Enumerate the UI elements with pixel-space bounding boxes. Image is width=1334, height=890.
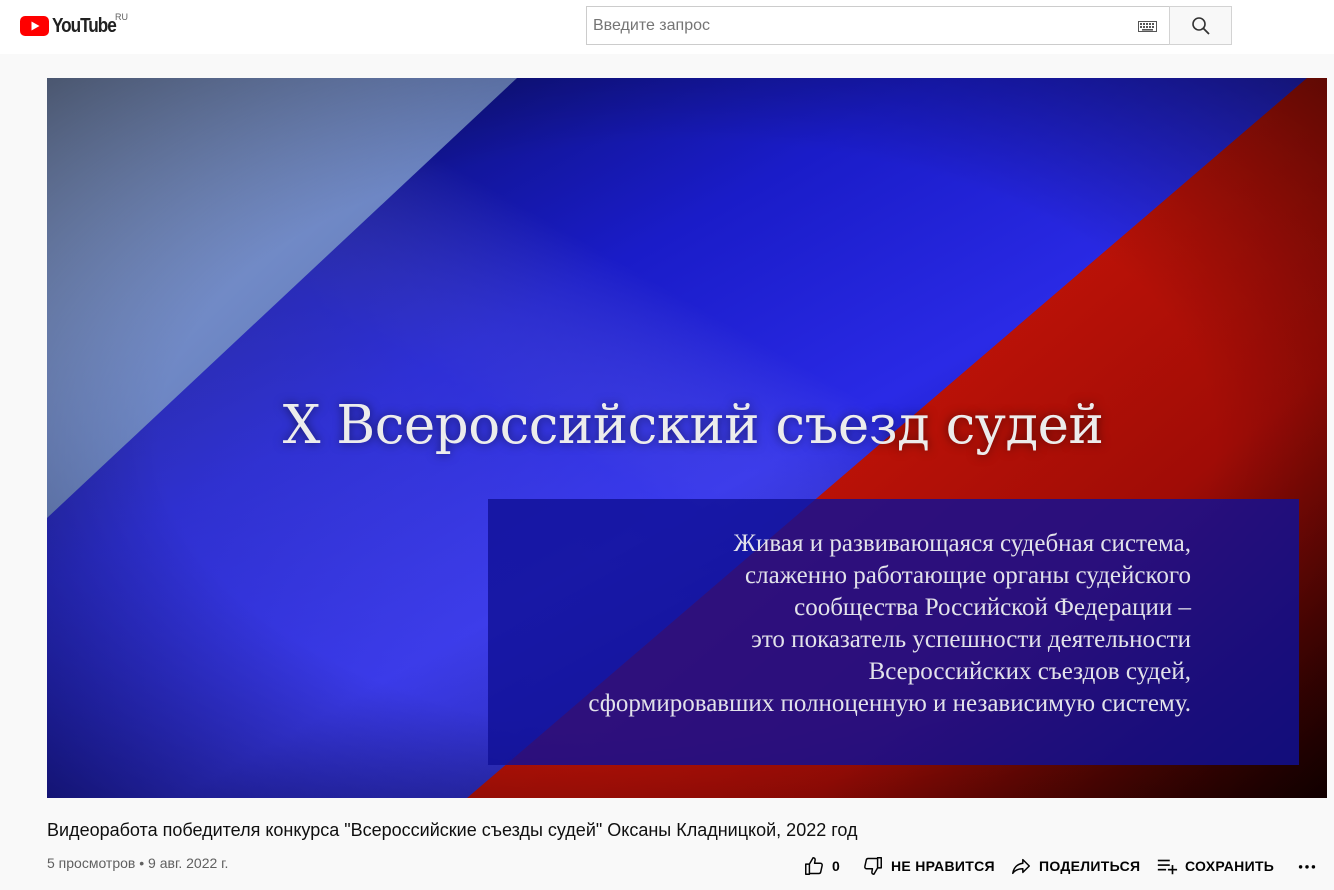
more-actions-button[interactable] (1296, 854, 1318, 878)
video-title: Видеоработа победителя конкурса "Всеросс… (47, 820, 858, 840)
search-box (586, 6, 1169, 45)
search-button[interactable] (1169, 6, 1232, 45)
quote-line: это показатель успешности деятельности (751, 626, 1191, 653)
video-player[interactable]: X Всероссийский съезд судей Живая и разв… (47, 78, 1327, 798)
logo-text: YouTube (52, 14, 117, 37)
search-input[interactable] (587, 7, 1117, 44)
save-playlist-icon (1157, 859, 1178, 875)
quote-text: Живая и развивающаяся судебная система, … (588, 528, 1191, 720)
youtube-play-icon (20, 16, 49, 36)
save-button[interactable]: СОХРАНИТЬ (1156, 854, 1274, 878)
quote-line: сообщества Российской Федерации – (794, 594, 1191, 621)
dislike-label: НЕ НРАВИТСЯ (891, 858, 995, 874)
share-icon (1012, 858, 1030, 875)
share-label: ПОДЕЛИТЬСЯ (1039, 858, 1141, 874)
video-actions: 0 НЕ НРАВИТСЯ ПОДЕЛИТЬСЯ СОХРАНИТЬ (0, 854, 1334, 878)
quote-line: сформировавших полноценную и независимую… (588, 690, 1191, 717)
masthead: YouTube RU (0, 0, 1334, 54)
video-overlay-title: X Всероссийский съезд судей (282, 395, 1104, 456)
quote-line: Живая и развивающаяся судебная система, (733, 530, 1191, 557)
like-icon (805, 857, 823, 875)
youtube-logo[interactable]: YouTube (20, 15, 126, 37)
save-label: СОХРАНИТЬ (1185, 858, 1275, 874)
quote-line: Всероссийских съездов судей, (868, 658, 1191, 685)
share-button[interactable]: ПОДЕЛИТЬСЯ (1010, 854, 1140, 878)
quote-line: слаженно работающие органы судейского (745, 562, 1191, 589)
more-icon (1298, 865, 1316, 869)
dislike-icon (864, 857, 882, 875)
quote-panel: Живая и развивающаяся судебная система, … (488, 499, 1299, 765)
like-button[interactable]: 0 (803, 854, 840, 878)
dislike-button[interactable]: НЕ НРАВИТСЯ (862, 854, 995, 878)
search-icon (1191, 16, 1210, 35)
region-code: RU (115, 12, 128, 22)
like-count: 0 (832, 858, 841, 874)
keyboard-icon[interactable] (1138, 21, 1157, 32)
